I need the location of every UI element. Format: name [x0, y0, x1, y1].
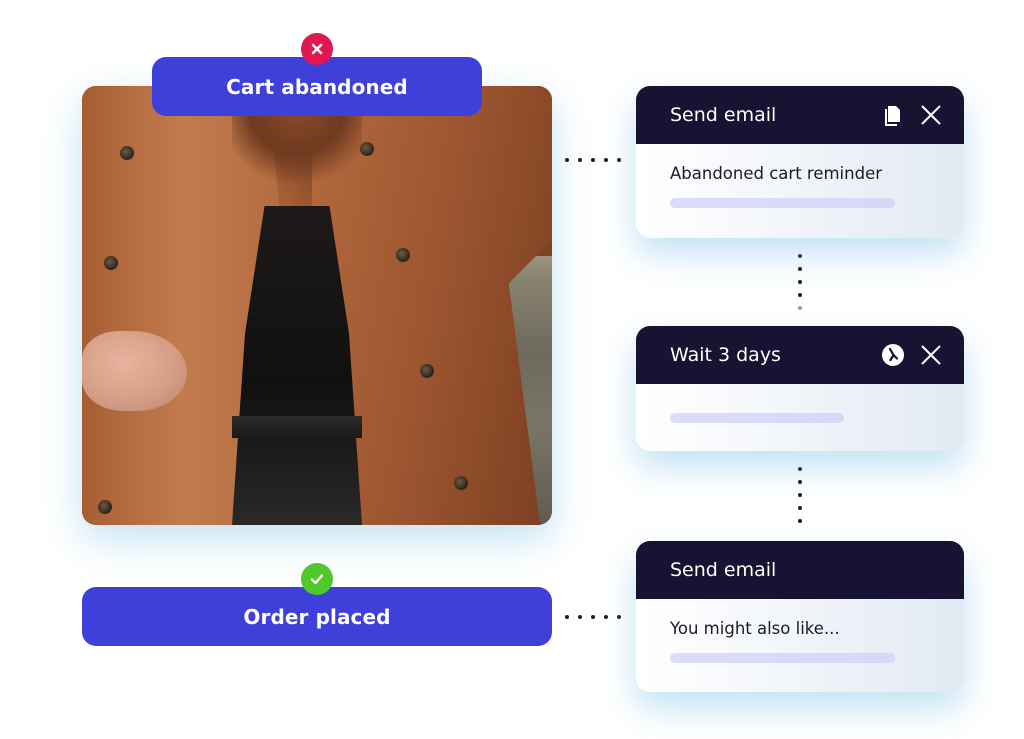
step-title: Send email — [670, 559, 777, 581]
step-card-header: Send email — [636, 541, 964, 599]
step-card-header: Wait 3 days — [636, 326, 964, 384]
photo-coat-button — [98, 500, 112, 514]
connector-photo-to-step-1 — [565, 158, 621, 162]
step-card-send-email-reminder[interactable]: Send email Abandoned cart reminder — [636, 86, 964, 238]
photo-belt — [232, 416, 362, 438]
step-title: Wait 3 days — [670, 344, 781, 366]
photo-coat-button — [396, 248, 410, 262]
goal-label: Order placed — [243, 604, 391, 629]
photo-coat-button — [454, 476, 468, 490]
connector-step-2-to-step-3 — [798, 467, 802, 523]
placeholder-bar — [670, 198, 895, 208]
photo-hand — [82, 331, 187, 411]
step-card-wait[interactable]: Wait 3 days — [636, 326, 964, 451]
photo-coat-button — [360, 142, 374, 156]
close-icon[interactable] — [920, 104, 942, 126]
close-icon[interactable] — [920, 344, 942, 366]
cart-abandoned-trigger[interactable]: Cart abandoned — [152, 57, 482, 116]
product-photo — [82, 86, 552, 525]
automation-flow-diagram: Cart abandoned Order placed Send email A… — [0, 0, 1024, 739]
step-description: Abandoned cart reminder — [670, 164, 883, 183]
order-placed-goal[interactable]: Order placed — [82, 587, 552, 646]
photo-coat-button — [420, 364, 434, 378]
step-description: You might also like... — [670, 619, 840, 638]
copy-icon[interactable] — [882, 104, 904, 126]
placeholder-bar — [670, 413, 844, 423]
trigger-label: Cart abandoned — [226, 74, 408, 99]
placeholder-bar — [670, 653, 895, 663]
x-circle-icon — [301, 33, 333, 65]
photo-coat-button — [120, 146, 134, 160]
step-card-send-email-recommendations[interactable]: Send email You might also like... — [636, 541, 964, 692]
step-title: Send email — [670, 104, 777, 126]
clock-icon[interactable] — [882, 344, 904, 366]
photo-coat-button — [104, 256, 118, 270]
step-card-header: Send email — [636, 86, 964, 144]
check-circle-icon — [301, 563, 333, 595]
connector-step-1-to-step-2 — [798, 254, 802, 310]
connector-goal-to-step-3 — [565, 615, 621, 619]
